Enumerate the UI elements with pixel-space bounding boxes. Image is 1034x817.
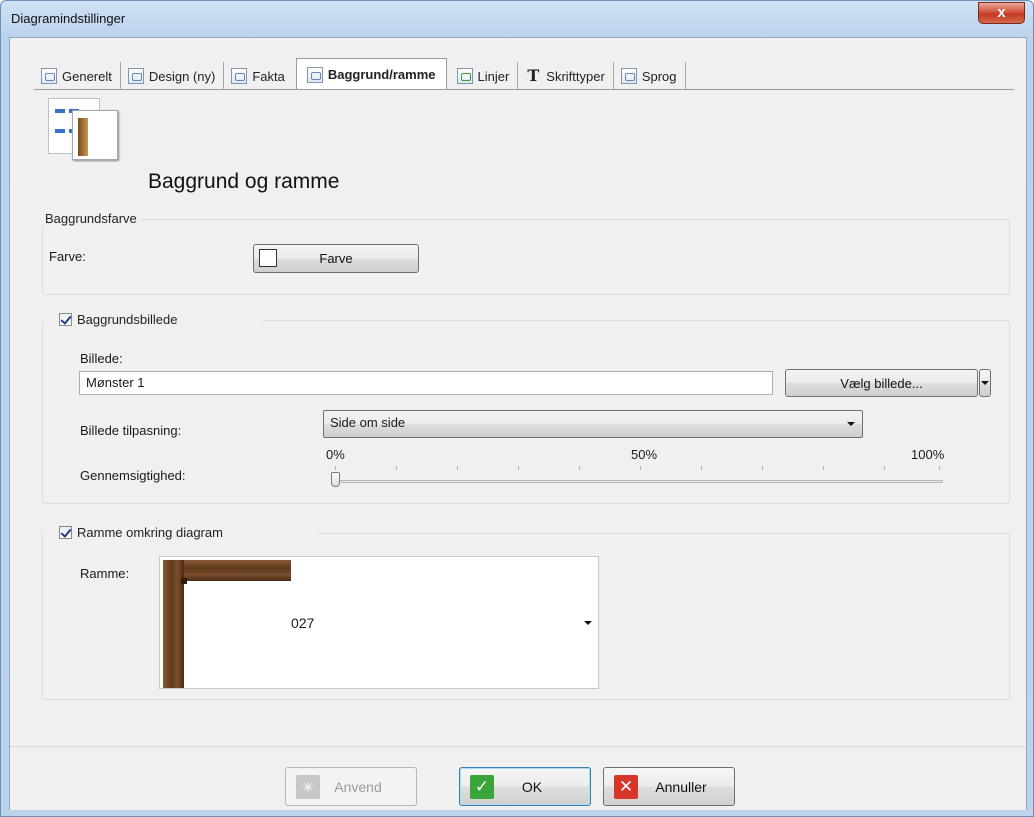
page-title: Baggrund og ramme	[148, 170, 340, 193]
scale-mid-label: 50%	[631, 447, 658, 462]
frame-preview	[163, 560, 291, 688]
slider-tick	[939, 466, 940, 470]
tab-label: Baggrund/ramme	[327, 67, 436, 82]
tab-sprog[interactable]: Sprog	[614, 62, 686, 90]
frame-inner	[184, 581, 291, 688]
ok-label: OK	[521, 779, 543, 795]
frame-checkbox[interactable]	[59, 526, 72, 539]
apply-button[interactable]: ✳ Anvend	[285, 767, 417, 806]
font-icon: T	[527, 66, 540, 85]
slider-tick	[640, 466, 641, 470]
background-color-group: Baggrundsfarve Farve: Farve	[41, 211, 1010, 295]
scale-max-label: 100%	[911, 447, 945, 462]
background-image-checkbox[interactable]	[59, 313, 72, 326]
design-icon	[127, 68, 144, 84]
tab-linjer[interactable]: Linjer	[450, 62, 519, 90]
lines-icon	[456, 68, 473, 84]
slider-tick	[518, 466, 519, 470]
dialog-client: Generelt Design (ny) Fakta Baggrund/ramm…	[9, 37, 1027, 810]
slider-tick	[823, 466, 824, 470]
ok-button[interactable]: ✓ OK	[459, 767, 591, 806]
legend-label: Ramme omkring diagram	[77, 525, 223, 540]
slider-tick	[762, 466, 763, 470]
slider-tick	[335, 466, 336, 470]
image-input[interactable]: Mønster 1	[79, 371, 773, 395]
tab-fakta[interactable]: Fakta	[224, 62, 293, 90]
opacity-label: Gennemsigtighed:	[80, 468, 186, 483]
background-image-legend[interactable]: Baggrundsbillede	[55, 312, 182, 327]
fit-select[interactable]: Side om side	[323, 410, 863, 438]
fit-label: Billede tilpasning:	[80, 423, 182, 438]
window-title: Diagramindstillinger	[11, 11, 126, 26]
chevron-down-icon	[981, 381, 989, 385]
cancel-label: Annuller	[655, 779, 707, 795]
choose-image-button[interactable]: Vælg billede...	[785, 369, 978, 397]
slider-thumb[interactable]	[331, 472, 340, 487]
tab-page: Baggrund og ramme Baggrundsfarve Farve: …	[34, 89, 1014, 745]
slider-tick	[396, 466, 397, 470]
legend-label: Baggrundsfarve	[45, 211, 137, 226]
tab-design[interactable]: Design (ny)	[121, 62, 225, 90]
tab-label: Generelt	[62, 68, 112, 84]
choose-image-dropdown[interactable]	[979, 369, 991, 397]
settings-icon	[41, 68, 57, 84]
dialog-window: Diagramindstillinger x Generelt Design (…	[0, 0, 1034, 817]
slider-tick	[579, 466, 580, 470]
legend-label: Baggrundsbillede	[77, 312, 178, 327]
chevron-down-icon	[584, 621, 592, 625]
apply-label: Anvend	[334, 779, 382, 795]
icon-bar	[55, 109, 65, 113]
icon-bar	[55, 129, 65, 133]
color-swatch	[259, 249, 277, 267]
close-button[interactable]: x	[978, 2, 1025, 24]
tab-label: Fakta	[252, 68, 285, 84]
color-label: Farve:	[49, 249, 86, 264]
tab-strip: Generelt Design (ny) Fakta Baggrund/ramm…	[34, 57, 686, 90]
title-bar[interactable]: Diagramindstillinger x	[1, 1, 1033, 37]
chevron-down-icon	[847, 422, 855, 426]
tab-label: Sprog	[641, 68, 677, 84]
color-button[interactable]: Farve	[253, 244, 419, 273]
tab-label: Skrifttyper	[546, 68, 605, 84]
frame-label: Ramme:	[80, 566, 130, 581]
slider-track	[331, 480, 943, 483]
button-bar: ✳ Anvend ✓ OK ✕ Annuller	[10, 746, 1026, 810]
chart-background-icon	[48, 98, 118, 160]
icon-frame-strip	[78, 118, 88, 156]
tab-label: Linjer	[477, 68, 510, 84]
frame-select[interactable]: 027	[159, 556, 599, 689]
slider-tick	[884, 466, 885, 470]
slider-tick	[701, 466, 702, 470]
image-label: Billede:	[80, 351, 123, 366]
opacity-slider[interactable]	[331, 466, 943, 488]
tab-label: Design (ny)	[148, 68, 216, 84]
cancel-button[interactable]: ✕ Annuller	[603, 767, 735, 806]
frame-group: Ramme omkring diagram Ramme: 027	[42, 525, 1010, 700]
frame-legend[interactable]: Ramme omkring diagram	[55, 525, 227, 540]
frame-corner	[181, 578, 187, 584]
tab-generelt[interactable]: Generelt	[34, 62, 121, 90]
background-color-legend: Baggrundsfarve	[41, 211, 141, 226]
tab-baggrund-ramme[interactable]: Baggrund/ramme	[295, 58, 447, 90]
background-image-group: Baggrundsbillede Billede: Mønster 1 Vælg…	[42, 312, 1010, 504]
tab-skrifttyper[interactable]: T Skrifttyper	[518, 62, 614, 90]
scale-min-label: 0%	[326, 447, 345, 462]
background-icon	[306, 66, 323, 83]
fit-select-value: Side om side	[330, 415, 406, 430]
facts-icon	[231, 68, 248, 84]
frame-value: 027	[291, 615, 315, 631]
language-icon	[620, 68, 637, 84]
color-button-label: Farve	[319, 251, 353, 266]
slider-tick	[457, 466, 458, 470]
